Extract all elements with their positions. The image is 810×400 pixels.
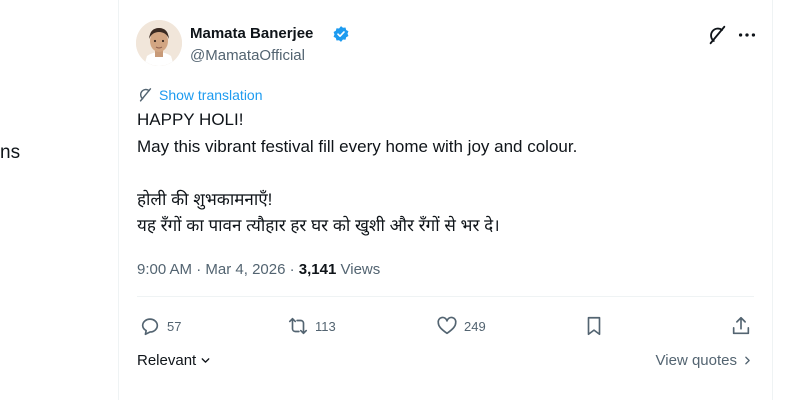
repost-count: 113 bbox=[315, 318, 336, 334]
avatar-photo bbox=[136, 20, 182, 66]
views-label: Views bbox=[340, 261, 381, 278]
post-text-line-2: May this vibrant festival fill every hom… bbox=[137, 137, 578, 156]
author-name[interactable]: Mamata Banerjee bbox=[190, 25, 313, 42]
post-date[interactable]: Mar 4, 2026 bbox=[205, 261, 285, 278]
more-icon[interactable] bbox=[736, 24, 758, 46]
reply-icon bbox=[141, 318, 159, 336]
like-icon bbox=[437, 316, 457, 335]
post-time[interactable]: 9:00 AM bbox=[137, 261, 192, 278]
share-button[interactable] bbox=[730, 314, 752, 338]
chevron-right-icon bbox=[745, 356, 750, 365]
feed-border-right bbox=[772, 0, 773, 400]
bookmark-icon bbox=[587, 316, 601, 336]
show-translation-link[interactable]: Show translation bbox=[137, 86, 263, 103]
reply-button[interactable]: 57 bbox=[139, 314, 181, 338]
like-count: 249 bbox=[464, 318, 486, 334]
share-icon bbox=[732, 316, 750, 335]
show-translation-label: Show translation bbox=[159, 86, 263, 103]
grok-icon[interactable] bbox=[706, 24, 728, 46]
post: Mamata Banerjee @MamataOfficial Show tra… bbox=[119, 0, 772, 400]
post-text-line-4: यह रँगों का पावन त्यौहार हर घर को खुशी औ… bbox=[137, 216, 500, 235]
bookmark-button[interactable] bbox=[583, 314, 605, 338]
post-text-line-3: होली की शुभकामनाएँ! bbox=[137, 190, 273, 209]
view-quotes-label: View quotes bbox=[655, 352, 737, 369]
chevron-down-icon bbox=[201, 358, 210, 363]
translate-icon bbox=[139, 88, 152, 102]
repost-button[interactable]: 113 bbox=[287, 314, 336, 338]
divider-top bbox=[137, 296, 754, 297]
verified-badge-icon bbox=[332, 25, 350, 43]
sort-label: Relevant bbox=[137, 352, 197, 369]
like-button[interactable]: 249 bbox=[436, 314, 486, 338]
sidebar-text-fragment[interactable]: ns bbox=[0, 142, 20, 164]
reply-count: 57 bbox=[167, 318, 182, 334]
left-sidebar: ns bbox=[0, 0, 118, 400]
repost-icon bbox=[288, 317, 308, 335]
avatar[interactable] bbox=[136, 20, 182, 66]
view-quotes-link[interactable]: View quotes bbox=[656, 352, 754, 369]
views-count: 3,141 bbox=[298, 261, 337, 278]
author-handle[interactable]: @MamataOfficial bbox=[190, 47, 305, 64]
post-metadata: 9:00 AM · Mar 4, 2026 · 3,141 Views bbox=[137, 261, 381, 278]
post-text-line-1: HAPPY HOLI! bbox=[137, 110, 244, 129]
sort-dropdown[interactable]: Relevant bbox=[137, 352, 212, 369]
